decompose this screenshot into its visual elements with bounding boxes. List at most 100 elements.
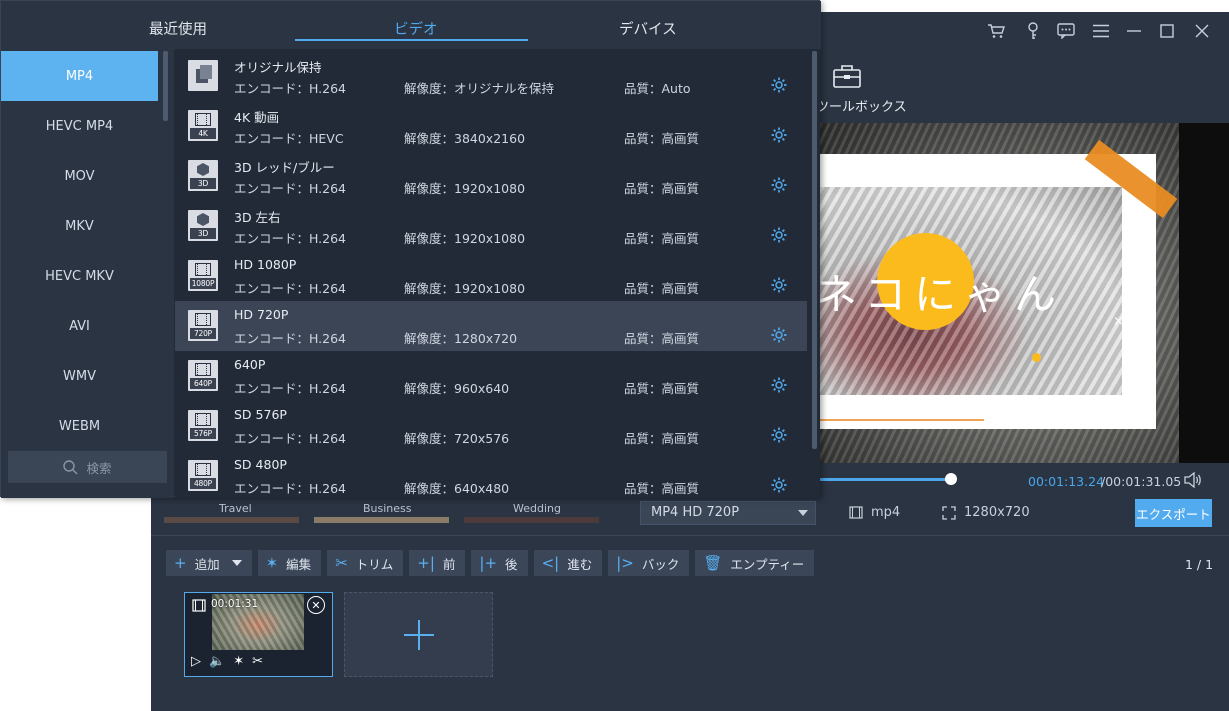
tab-recent[interactable]: 最近使用 [149, 18, 207, 39]
remove-clip-icon[interactable]: ✕ [307, 596, 325, 614]
after-button[interactable]: |+ 後 [471, 550, 528, 576]
add-icon: + [174, 553, 187, 572]
preset-icon-tag: 4K [190, 128, 216, 139]
tab-devices[interactable]: デバイス [619, 18, 677, 39]
tab-video[interactable]: ビデオ [394, 18, 438, 39]
active-tab-indicator [295, 39, 528, 41]
preset-icon-tag: 640P [190, 378, 216, 389]
add-button[interactable]: + 追加 [166, 550, 252, 576]
output-settings-row: MP4 HD 720P mp4 1280x720 エクスポート [624, 499, 1229, 535]
preset-name: 3D レッド/ブルー [234, 160, 335, 175]
close-icon[interactable] [1190, 19, 1214, 43]
preset-quality: 品質：Auto [624, 81, 691, 96]
preset-name: HD 1080P [234, 257, 297, 272]
category-scrollbar[interactable] [163, 51, 168, 121]
gear-icon[interactable] [770, 76, 788, 98]
preset-resolution: 解像度：1920x1080 [404, 281, 526, 296]
edit-label: 編集 [286, 556, 312, 572]
theme-label-wedding[interactable]: Wedding [513, 502, 561, 515]
seek-bar-progress[interactable] [820, 478, 951, 481]
format-category-hevc-mkv[interactable]: HEVC MKV [1, 251, 158, 301]
format-preset-item[interactable]: 640P 640P エンコード：H.264 解像度：960x640 品質：高画質 [175, 351, 807, 401]
format-category-wmv[interactable]: WMV [1, 351, 158, 401]
maximize-icon[interactable] [1155, 19, 1179, 43]
add-clip-slot[interactable] [344, 592, 493, 677]
preset-icon-tag: 480P [190, 478, 216, 489]
format-preset-item[interactable]: 3D 3D レッド/ブルー エンコード：H.264 解像度：1920x1080 品質：高… [175, 151, 807, 201]
cart-icon[interactable] [984, 19, 1008, 43]
format-category-webm[interactable]: WEBM [1, 401, 158, 451]
timeline-clip[interactable]: 00:01:31 ✕ ▷ 🔈 ✶ ✂ [184, 592, 333, 677]
video-preview: ネコにゃん × [820, 123, 1229, 463]
minimize-icon[interactable] [1122, 19, 1146, 43]
scissors-icon[interactable]: ✂ [252, 654, 263, 669]
volume-icon[interactable] [1184, 471, 1202, 492]
forward-button[interactable]: <| 進む [533, 550, 603, 576]
theme-strip: Travel Business Wedding [151, 499, 621, 539]
preset-quality: 品質：高画質 [624, 231, 700, 246]
preset-icon-tag: 3D [190, 228, 216, 239]
export-button[interactable]: エクスポート [1135, 499, 1212, 527]
preset-encode: エンコード：H.264 [234, 81, 347, 96]
cube-3d-icon: 3D [188, 160, 218, 191]
theme-label-business[interactable]: Business [363, 502, 412, 515]
format-category-mkv[interactable]: MKV [1, 201, 158, 251]
gear-icon[interactable] [770, 176, 788, 198]
action-bar: + 追加 ✶ 編集 ✂ トリム +| 前 |+ 後 <| 進む |> バック 🗑 エンプティー [166, 550, 815, 576]
format-preset-item[interactable]: 720P HD 720P エンコード：H.264 解像度：1280x720 品質：高画質 [175, 301, 807, 351]
preview-title-text: ネコにゃん [820, 270, 1065, 319]
back-label: バック [641, 556, 680, 572]
gear-icon[interactable] [770, 326, 788, 348]
before-button[interactable]: +| 前 [409, 550, 466, 576]
gear-icon[interactable] [770, 476, 788, 498]
format-preset-item[interactable]: 4K 4K 動画 エンコード：HEVC 解像度：3840x2160 品質：高画質 [175, 101, 807, 151]
format-preset-list: オリジナル保持 エンコード：H.264 解像度：オリジナルを保持 品質：Auto 4K 4… [175, 49, 820, 498]
gear-icon[interactable] [770, 226, 788, 248]
back-button[interactable]: |> バック [608, 550, 690, 576]
format-preset-item[interactable]: 3D 3D 左右 エンコード：H.264 解像度：1920x1080 品質：高画質 [175, 201, 807, 251]
preview-letterbox [1179, 123, 1229, 463]
preset-encode: エンコード：H.264 [234, 181, 347, 196]
gear-icon[interactable] [770, 126, 788, 148]
preset-icon-tag: 3D [190, 178, 216, 189]
format-panel: 最近使用 ビデオ デバイス 検索 MP4 HEVC MP4 MOV MKV HEVC M… [0, 0, 821, 498]
theme-label-travel[interactable]: Travel [219, 502, 252, 515]
chat-icon[interactable] [1054, 19, 1078, 43]
format-category-mov[interactable]: MOV [1, 151, 158, 201]
gear-icon[interactable] [770, 276, 788, 298]
preset-resolution: 解像度：720x576 [404, 431, 510, 446]
add-label: 追加 [194, 556, 220, 572]
current-time: 00:01:13.24 [1028, 474, 1105, 489]
edit-button[interactable]: ✶ 編集 [257, 550, 322, 576]
theme-thumb-wedding[interactable] [464, 517, 599, 523]
format-search-box[interactable]: 検索 [8, 451, 167, 483]
key-icon[interactable] [1021, 19, 1045, 43]
forward-label: 進む [567, 556, 593, 572]
effects-icon[interactable]: ✶ [233, 654, 244, 669]
film-icon: 1080P [188, 260, 218, 291]
before-label: 前 [442, 556, 456, 572]
format-preset-item[interactable]: オリジナル保持 エンコード：H.264 解像度：オリジナルを保持 品質：Auto [175, 51, 807, 101]
preset-encode: エンコード：H.264 [234, 281, 347, 296]
audio-icon[interactable]: 🔈 [209, 654, 225, 669]
format-preset-item[interactable]: 480P SD 480P エンコード：H.264 解像度：640x480 品質：高画質 [175, 451, 807, 501]
theme-thumb-business[interactable] [314, 517, 449, 523]
play-icon[interactable]: ▷ [191, 654, 201, 669]
seek-handle[interactable] [945, 473, 957, 485]
theme-thumb-travel[interactable] [164, 517, 299, 523]
trim-button[interactable]: ✂ トリム [327, 550, 404, 576]
format-category-hevc-mp4[interactable]: HEVC MP4 [1, 101, 158, 151]
format-preset-item[interactable]: 1080P HD 1080P エンコード：H.264 解像度：1920x1080 品質：… [175, 251, 807, 301]
format-preset-item[interactable]: 576P SD 576P エンコード：H.264 解像度：720x576 品質：高画質 [175, 401, 807, 451]
preset-resolution: 解像度：1280x720 [404, 331, 518, 346]
preset-scrollbar[interactable] [812, 51, 817, 449]
toolbox-button[interactable]: ツールボックス [816, 64, 907, 116]
empty-button[interactable]: 🗑 エンプティー [695, 550, 815, 576]
gear-icon[interactable] [770, 376, 788, 398]
format-category-mp4[interactable]: MP4 [1, 51, 158, 101]
menu-icon[interactable] [1089, 19, 1113, 43]
gear-icon[interactable] [770, 426, 788, 448]
output-format-select[interactable]: MP4 HD 720P [640, 501, 816, 525]
format-category-avi[interactable]: AVI [1, 301, 158, 351]
preset-resolution: 解像度：960x640 [404, 381, 510, 396]
